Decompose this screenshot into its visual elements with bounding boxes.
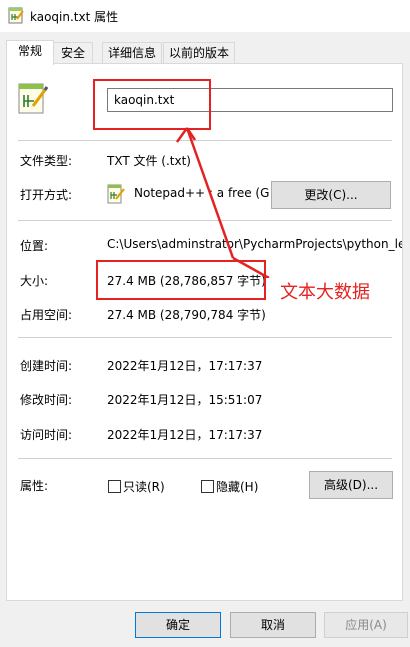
annotation-arrow xyxy=(175,127,270,278)
modified-label: 修改时间: xyxy=(20,393,73,407)
opens-with-label: 打开方式: xyxy=(20,188,73,202)
annotation-text: 文本大数据 xyxy=(280,282,370,303)
apply-button[interactable]: 应用(A) xyxy=(324,612,408,638)
location-label: 位置: xyxy=(20,239,49,253)
hidden-label[interactable]: 隐藏(H) xyxy=(216,478,258,495)
accessed-label: 访问时间: xyxy=(20,428,73,442)
file-type-label: 文件类型: xyxy=(20,154,73,168)
created-label: 创建时间: xyxy=(20,359,73,373)
ok-button[interactable]: 确定 xyxy=(135,612,221,638)
modified-value: 2022年1月12日，15:51:07 xyxy=(107,393,263,407)
accessed-value: 2022年1月12日，17:17:37 xyxy=(107,428,263,442)
size-on-disk-value: 27.4 MB (28,790,784 字节) xyxy=(107,308,266,322)
notepad-plus-plus-icon xyxy=(107,184,125,204)
text-file-icon xyxy=(18,83,48,114)
tab-general[interactable]: 常规 xyxy=(6,40,54,65)
separator xyxy=(18,458,392,459)
size-label: 大小: xyxy=(20,274,49,288)
advanced-button[interactable]: 高级(D)... xyxy=(309,471,393,499)
created-value: 2022年1月12日，17:17:37 xyxy=(107,359,263,373)
notepad-plus-plus-icon xyxy=(8,7,24,24)
hidden-checkbox[interactable] xyxy=(201,480,214,493)
attributes-label: 属性: xyxy=(20,479,49,493)
readonly-label[interactable]: 只读(R) xyxy=(123,478,165,495)
size-on-disk-label: 占用空间: xyxy=(20,308,73,322)
tab-strip: 常规 安全 详细信息 以前的版本 xyxy=(0,40,410,65)
cancel-button[interactable]: 取消 xyxy=(230,612,316,638)
tab-details[interactable]: 详细信息 xyxy=(102,42,162,64)
title-bar[interactable]: kaoqin.txt 属性 xyxy=(0,0,410,32)
change-button[interactable]: 更改(C)... xyxy=(271,181,391,209)
tab-security[interactable]: 安全 xyxy=(53,42,93,64)
readonly-checkbox[interactable] xyxy=(108,480,121,493)
window-title: kaoqin.txt 属性 xyxy=(30,10,119,24)
separator xyxy=(18,337,392,338)
tab-previous-versions[interactable]: 以前的版本 xyxy=(163,42,235,64)
